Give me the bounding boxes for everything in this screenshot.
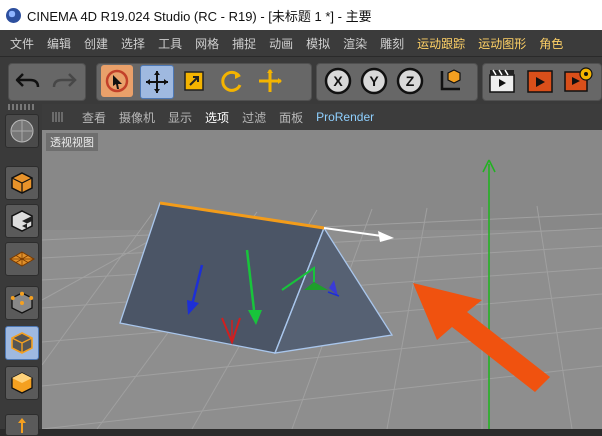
redo-button[interactable]: [48, 65, 80, 97]
axis-y-label: Y: [369, 73, 379, 89]
viewport-scene[interactable]: [42, 130, 602, 429]
undo-button[interactable]: [12, 65, 44, 97]
main-toolbar: X Y Z: [0, 56, 602, 106]
axis-z-button[interactable]: Z: [394, 65, 426, 97]
checker-cube-icon: [11, 210, 33, 232]
cinema4d-logo-icon: [6, 7, 21, 23]
menu-edit[interactable]: 编辑: [47, 35, 71, 52]
menu-select[interactable]: 选择: [121, 35, 145, 52]
axis-y-button[interactable]: Y: [358, 65, 390, 97]
left-palette: [0, 104, 43, 436]
rotate-icon: [221, 70, 242, 92]
edges-cube-icon: [11, 332, 33, 354]
menu-motion-tracker[interactable]: 运动跟踪: [417, 35, 465, 52]
axis-mode-button[interactable]: [5, 414, 39, 436]
rotate-button[interactable]: [216, 65, 248, 97]
menu-tools[interactable]: 工具: [158, 35, 182, 52]
render-picture-viewer-button[interactable]: [524, 65, 556, 97]
render-settings-button[interactable]: [562, 65, 594, 97]
axis-x-label: X: [333, 73, 343, 89]
menu-simulate[interactable]: 模拟: [306, 35, 330, 52]
viewport-menu-view[interactable]: 查看: [82, 109, 106, 126]
viewport-menu-cameras[interactable]: 摄像机: [119, 109, 155, 126]
palette-grip[interactable]: [8, 104, 34, 110]
viewport-menu-filter[interactable]: 过滤: [242, 109, 266, 126]
transform-button[interactable]: [254, 65, 286, 97]
points-mode-button[interactable]: [5, 286, 39, 320]
gear-icon: [564, 67, 593, 92]
transform-icon: [259, 69, 282, 92]
perspective-viewport[interactable]: 透视视图: [42, 130, 602, 429]
cursor-icon: [105, 69, 129, 93]
redo-icon: [52, 73, 77, 88]
move-button[interactable]: [140, 65, 174, 99]
axis-arrow-icon: [18, 418, 26, 433]
live-selection-button[interactable]: [101, 65, 133, 97]
axis-x-button[interactable]: X: [322, 65, 354, 97]
cinema4d-sphere-button[interactable]: [5, 114, 39, 148]
edges-mode-button[interactable]: [5, 326, 39, 360]
move-icon: [146, 71, 168, 93]
texture-mode-button[interactable]: [5, 204, 39, 238]
menu-animate[interactable]: 动画: [269, 35, 293, 52]
menu-mesh[interactable]: 网格: [195, 35, 219, 52]
scale-button[interactable]: [178, 65, 210, 97]
window-title: CINEMA 4D R19.024 Studio (RC - R19) - [未…: [27, 8, 372, 24]
menu-file[interactable]: 文件: [10, 35, 34, 52]
viewport-menu-options[interactable]: 选项: [205, 109, 229, 126]
undo-icon: [15, 73, 40, 88]
workplane-button[interactable]: [5, 242, 39, 276]
grid-plane-icon: [9, 251, 35, 267]
points-cube-icon: [10, 291, 34, 314]
clapper-red-icon: [527, 70, 553, 93]
polygon-cube-icon: [11, 372, 33, 394]
menu-sculpt[interactable]: 雕刻: [380, 35, 404, 52]
menu-render[interactable]: 渲染: [343, 35, 367, 52]
menu-mograph[interactable]: 运动图形: [478, 35, 526, 52]
make-editable-button[interactable]: [5, 166, 39, 200]
render-view-button[interactable]: [486, 65, 518, 97]
cube-editable-icon: [11, 172, 33, 194]
main-menubar: 文件 编辑 创建 选择 工具 网格 捕捉 动画 模拟 渲染 雕刻 运动跟踪 运动…: [0, 30, 602, 56]
menu-create[interactable]: 创建: [84, 35, 108, 52]
menu-character[interactable]: 角色: [539, 35, 563, 52]
sphere-icon: [10, 119, 34, 143]
viewport-menubar: 查看 摄像机 显示 选项 过滤 面板 ProRender: [42, 104, 602, 130]
polygons-mode-button[interactable]: [5, 366, 39, 400]
menu-snap[interactable]: 捕捉: [232, 35, 256, 52]
viewport-menu-panel[interactable]: 面板: [279, 109, 303, 126]
coordinate-system-button[interactable]: [434, 65, 466, 97]
title-bar: CINEMA 4D R19.024 Studio (RC - R19) - [未…: [0, 0, 602, 30]
viewport-menu-display[interactable]: 显示: [168, 109, 192, 126]
axis-z-label: Z: [405, 73, 415, 89]
coordinate-system-icon: [440, 69, 461, 91]
scale-icon: [184, 71, 204, 91]
clapper-icon: [489, 69, 515, 93]
viewport-menu-prorender[interactable]: ProRender: [316, 110, 374, 124]
viewport-camera-label: 透视视图: [46, 133, 98, 151]
viewport-grip-icon[interactable]: [50, 110, 80, 124]
